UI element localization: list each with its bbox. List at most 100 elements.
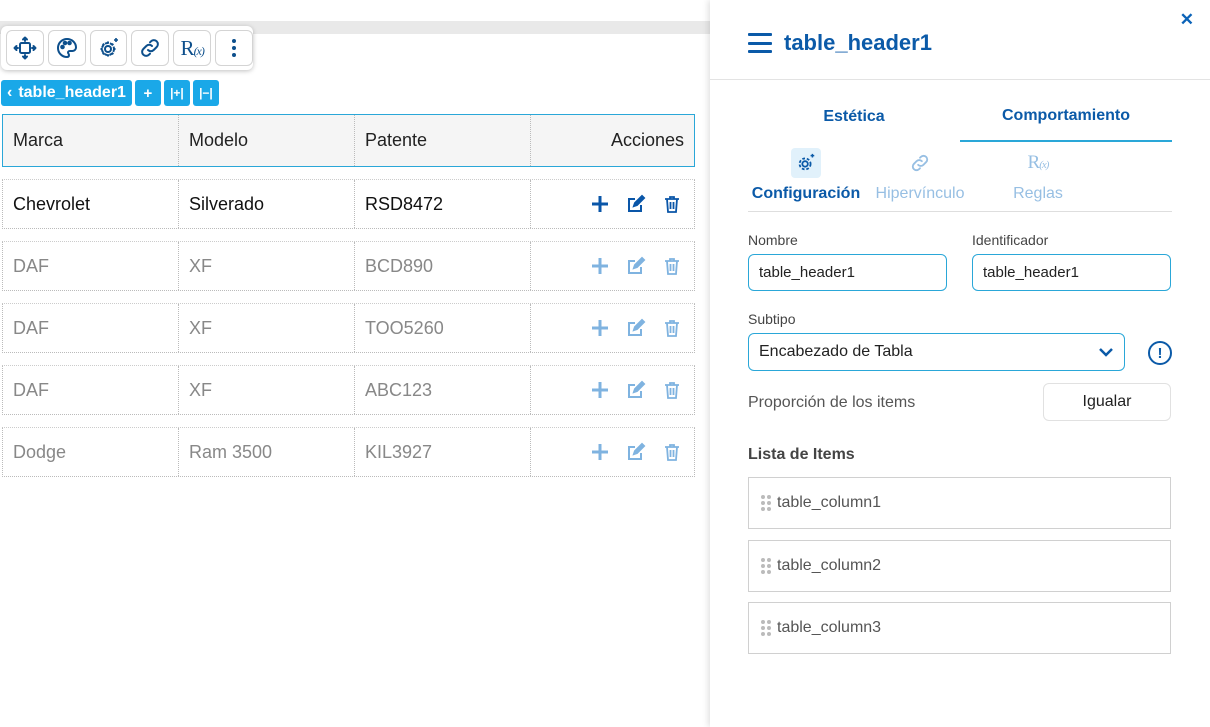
edit-icon[interactable] — [624, 254, 648, 278]
cell-marca: Chevrolet — [3, 180, 179, 228]
subtab-configuracion[interactable]: Configuración — [748, 148, 864, 211]
panel-title: table_header1 — [784, 30, 932, 55]
breadcrumb: ‹ table_header1 + |+| |−| — [1, 80, 219, 106]
proporcion-label: Proporción de los items — [748, 394, 916, 411]
cell-modelo: XF — [179, 366, 355, 414]
table-row[interactable]: DAF XF ABC123 — [2, 365, 695, 415]
cell-marca: DAF — [3, 242, 179, 290]
trash-icon[interactable] — [660, 378, 684, 402]
edit-icon[interactable] — [624, 192, 648, 216]
trash-icon[interactable] — [660, 316, 684, 340]
list-item[interactable]: table_column1 — [748, 477, 1171, 529]
cell-patente: BCD890 — [355, 242, 531, 290]
more-vertical-icon[interactable] — [215, 30, 253, 66]
edit-icon[interactable] — [624, 316, 648, 340]
cell-modelo: Ram 3500 — [179, 428, 355, 476]
nombre-field[interactable] — [748, 254, 947, 291]
panel-tabs: Estética Comportamiento — [748, 92, 1172, 142]
breadcrumb-parent-button[interactable]: ‹ table_header1 — [1, 80, 132, 106]
header-cell-patente[interactable]: Patente — [355, 115, 531, 166]
header-cell-acciones[interactable]: Acciones — [531, 115, 694, 166]
cell-patente: ABC123 — [355, 366, 531, 414]
link-icon[interactable] — [131, 30, 170, 66]
cell-marca: Dodge — [3, 428, 179, 476]
lista-items-title: Lista de Items — [748, 446, 855, 463]
cell-marca: DAF — [3, 366, 179, 414]
cell-actions — [531, 428, 694, 476]
drag-handle-icon[interactable] — [761, 620, 771, 636]
data-table: Marca Modelo Patente Acciones Chevrolet … — [2, 114, 695, 477]
menu-icon[interactable] — [748, 33, 772, 53]
table-header[interactable]: Marca Modelo Patente Acciones — [2, 114, 695, 167]
palette-icon[interactable] — [47, 30, 86, 66]
drag-handle-icon[interactable] — [761, 558, 771, 574]
panel-subtabs: Configuración Hipervínculo R(x) Reglas — [748, 148, 1172, 212]
subtipo-label: Subtipo — [748, 311, 796, 327]
subtab-hipervinculo[interactable]: Hipervínculo — [864, 148, 976, 211]
cell-patente: TOO5260 — [355, 304, 531, 352]
tab-estetica[interactable]: Estética — [748, 92, 960, 142]
cell-patente: KIL3927 — [355, 428, 531, 476]
cell-actions — [531, 366, 694, 414]
list-item-label: table_column3 — [777, 619, 882, 636]
table-row[interactable]: Dodge Ram 3500 KIL3927 — [2, 427, 695, 477]
edit-icon[interactable] — [624, 440, 648, 464]
edit-icon[interactable] — [624, 378, 648, 402]
subtipo-value: Encabezado de Tabla — [759, 343, 913, 360]
cell-modelo: Silverado — [179, 180, 355, 228]
cell-patente: RSD8472 — [355, 180, 531, 228]
trash-icon[interactable] — [660, 192, 684, 216]
list-item[interactable]: table_column2 — [748, 540, 1171, 592]
rules-glyph: R(x) — [180, 35, 205, 60]
list-item-label: table_column2 — [777, 557, 882, 574]
cell-marca: DAF — [3, 304, 179, 352]
link-icon — [909, 148, 931, 178]
cell-actions — [531, 304, 694, 352]
subtipo-select[interactable]: Encabezado de Tabla — [748, 333, 1125, 371]
plus-icon[interactable] — [588, 378, 612, 402]
header-cell-marca[interactable]: Marca — [3, 115, 179, 166]
rules-icon: R(x) — [1027, 152, 1050, 173]
editor-canvas: R(x) ‹ table_header1 + |+| |−| Marca Mod… — [0, 0, 710, 727]
breadcrumb-label: table_header1 — [18, 84, 126, 101]
plus-icon[interactable] — [588, 316, 612, 340]
table-row[interactable]: Chevrolet Silverado RSD8472 — [2, 179, 695, 229]
tab-comportamiento[interactable]: Comportamiento — [960, 92, 1172, 142]
gear-sparkle-icon — [791, 148, 821, 178]
chevron-down-icon — [1099, 348, 1113, 357]
igualar-button[interactable]: Igualar — [1043, 383, 1171, 421]
shrink-width-button[interactable]: |−| — [192, 80, 219, 106]
subtab-label: Hipervínculo — [875, 185, 965, 202]
plus-icon[interactable] — [588, 440, 612, 464]
panel-header: table_header1 — [748, 30, 932, 56]
plus-icon[interactable] — [588, 254, 612, 278]
cell-actions — [531, 242, 694, 290]
subtab-label: Reglas — [1013, 185, 1063, 202]
plus-icon[interactable] — [588, 192, 612, 216]
subtab-reglas[interactable]: R(x) Reglas — [976, 148, 1100, 211]
header-cell-modelo[interactable]: Modelo — [179, 115, 355, 166]
identificador-field[interactable] — [972, 254, 1171, 291]
properties-panel: ✕ table_header1 Estética Comportamiento … — [710, 0, 1210, 727]
list-item[interactable]: table_column3 — [748, 602, 1171, 654]
close-icon[interactable]: ✕ — [1180, 10, 1194, 30]
header-divider — [710, 79, 1210, 80]
move-icon[interactable] — [6, 30, 44, 66]
trash-icon[interactable] — [660, 254, 684, 278]
info-icon[interactable]: ! — [1148, 341, 1172, 365]
add-element-button[interactable]: + — [134, 80, 161, 106]
gear-sparkle-icon[interactable] — [89, 30, 128, 66]
identificador-label: Identificador — [972, 232, 1049, 248]
table-row[interactable]: DAF XF TOO5260 — [2, 303, 695, 353]
list-item-label: table_column1 — [777, 494, 882, 511]
cell-modelo: XF — [179, 304, 355, 352]
expand-width-button[interactable]: |+| — [163, 80, 190, 106]
drag-handle-icon[interactable] — [761, 495, 771, 511]
element-toolbar: R(x) — [1, 26, 253, 70]
rules-icon[interactable]: R(x) — [173, 30, 212, 66]
chevron-left-icon: ‹ — [7, 84, 13, 101]
cell-actions — [531, 180, 694, 228]
trash-icon[interactable] — [660, 440, 684, 464]
nombre-label: Nombre — [748, 232, 798, 248]
table-row[interactable]: DAF XF BCD890 — [2, 241, 695, 291]
